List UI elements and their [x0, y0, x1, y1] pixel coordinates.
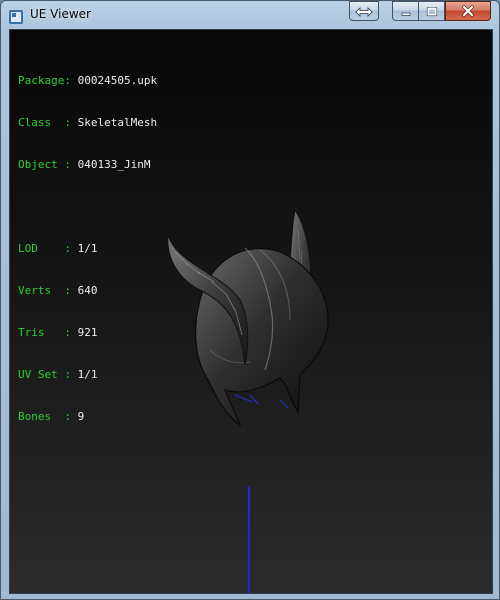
info-value: 1/1	[77, 242, 98, 255]
maximize-button[interactable]	[419, 1, 445, 21]
info-verts: Verts : 640	[18, 284, 157, 298]
close-button[interactable]	[445, 1, 491, 21]
info-object: Object : 040133_JinM	[18, 158, 157, 172]
window-title: UE Viewer	[30, 7, 91, 21]
app-icon	[9, 9, 23, 24]
info-class: Class : SkeletalMesh	[18, 116, 157, 130]
info-uvset: UV Set : 1/1	[18, 368, 157, 382]
info-label: Object :	[18, 158, 71, 171]
resize-icon	[355, 2, 373, 21]
info-value: SkeletalMesh	[77, 116, 158, 129]
info-bones: Bones : 9	[18, 410, 157, 424]
info-label: Tris :	[18, 326, 71, 339]
info-value: 040133_JinM	[77, 158, 151, 171]
info-tris: Tris : 921	[18, 326, 157, 340]
info-value: 921	[77, 326, 98, 339]
minimize-icon	[400, 2, 412, 21]
info-package: Package: 00024505.upk	[18, 74, 157, 88]
info-label: LOD :	[18, 242, 71, 255]
info-value: 00024505.upk	[77, 74, 158, 87]
maximize-icon	[426, 2, 438, 21]
app-window: UE Viewer Package: 00024505.upk Class: …	[0, 0, 500, 600]
info-label: Verts :	[18, 284, 71, 297]
info-label: Bones :	[18, 410, 71, 423]
info-spacer	[18, 200, 157, 214]
info-label: Class :	[18, 116, 71, 129]
viewport[interactable]: Package: 00024505.upk Class : SkeletalMe…	[9, 29, 493, 594]
mesh-info-panel: Package: 00024505.upk Class : SkeletalMe…	[18, 46, 157, 452]
mesh-preview[interactable]	[140, 190, 360, 430]
info-label: UV Set :	[18, 368, 71, 381]
info-value: 640	[77, 284, 98, 297]
minimize-button[interactable]	[392, 1, 419, 21]
info-label: Package:	[18, 74, 71, 87]
axis-line	[248, 486, 250, 593]
title-bar[interactable]: UE Viewer	[1, 1, 499, 29]
info-lod: LOD : 1/1	[18, 242, 157, 256]
info-value: 9	[77, 410, 85, 423]
info-value: 1/1	[77, 368, 98, 381]
close-icon	[461, 2, 475, 21]
resize-button[interactable]	[349, 1, 379, 21]
